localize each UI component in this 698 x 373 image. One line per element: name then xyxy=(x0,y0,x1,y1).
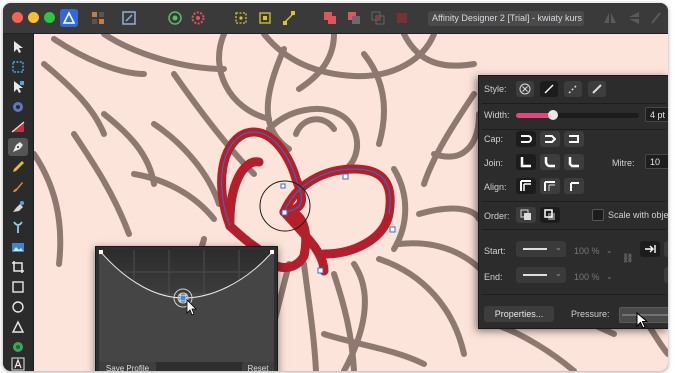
align-inside-button[interactable] xyxy=(540,178,560,194)
align-label: Align: xyxy=(484,182,507,192)
reset-button[interactable]: Reset xyxy=(242,362,274,371)
pressure-curve-graph[interactable] xyxy=(98,249,275,362)
start-stepper-chevron-icon[interactable]: ⌄ xyxy=(606,246,613,255)
stroke-panel: Style: Width: 4 pt Cap: Join: Mitre: 10 … xyxy=(478,75,668,329)
title-bar: Affinity Designer 2 [Trial] - kwiaty kur… xyxy=(3,3,668,34)
minimize-window-button[interactable] xyxy=(28,12,39,23)
move-icon[interactable] xyxy=(10,39,26,55)
end-stepper-chevron-icon[interactable]: ⌄ xyxy=(606,272,613,281)
boolean-subtract-icon[interactable] xyxy=(345,9,363,27)
mitre-join-button[interactable] xyxy=(516,154,536,170)
arrowhead-end-button[interactable] xyxy=(640,241,660,257)
width-slider[interactable] xyxy=(516,110,639,120)
width-slider-knob[interactable] xyxy=(547,110,558,120)
tools-panel xyxy=(3,34,34,371)
align-center-button[interactable] xyxy=(516,178,536,194)
document-title[interactable]: Affinity Designer 2 [Trial] - kwiaty kur… xyxy=(428,11,584,26)
end-label: End: xyxy=(484,272,503,282)
end-scale-value[interactable]: 100 % xyxy=(574,272,600,282)
scale-with-object-checkbox[interactable] xyxy=(592,209,604,221)
start-line-preview xyxy=(523,248,547,250)
designer-persona-icon[interactable] xyxy=(60,9,78,27)
triangle-icon[interactable] xyxy=(10,319,26,335)
solid-line-button[interactable] xyxy=(540,81,558,97)
butt-cap-button[interactable] xyxy=(516,131,536,147)
chevron-down-icon: ⌄ xyxy=(555,269,562,278)
join-label: Join: xyxy=(484,158,504,168)
transparency-icon[interactable] xyxy=(10,219,26,235)
vector-brush-icon[interactable] xyxy=(10,179,26,195)
end-arrowhead-select[interactable]: ⌄ xyxy=(516,267,566,283)
square-cap-button[interactable] xyxy=(564,131,584,147)
end-line-preview xyxy=(523,274,547,276)
ellipse-icon[interactable] xyxy=(10,299,26,315)
fill-icon[interactable] xyxy=(10,199,26,215)
snap-nodes-icon[interactable] xyxy=(280,9,298,27)
snap-bounding-icon[interactable] xyxy=(232,9,250,27)
pixel-persona-icon[interactable] xyxy=(89,9,107,27)
boolean-add-icon[interactable] xyxy=(321,9,339,27)
crop-icon[interactable] xyxy=(10,259,26,275)
start-label: Start: xyxy=(484,246,506,256)
width-field[interactable]: 4 pt xyxy=(645,107,668,122)
zoom-window-button[interactable] xyxy=(44,12,55,23)
order-label: Order: xyxy=(484,211,510,221)
round-join-button[interactable] xyxy=(540,154,560,170)
round-cap-button[interactable] xyxy=(540,131,560,147)
pressure-label: Pressure: xyxy=(571,309,610,319)
dashed-line-button[interactable] xyxy=(564,81,582,97)
rectangle-icon[interactable] xyxy=(10,279,26,295)
align-outside-button[interactable] xyxy=(564,178,584,194)
mitre-label: Mitre: xyxy=(612,158,635,168)
save-profile-button[interactable]: Save Profile xyxy=(99,362,156,371)
cursor-arrow-icon xyxy=(636,312,649,329)
settings-gear-icon[interactable] xyxy=(189,9,207,27)
properties-button[interactable]: Properties... xyxy=(484,306,554,322)
link-chain-icon[interactable]: ⛓ xyxy=(622,253,633,264)
style-label: Style: xyxy=(484,84,507,94)
artboard-icon[interactable] xyxy=(10,59,26,75)
corner-icon[interactable] xyxy=(10,99,26,115)
chevron-down-icon: ⌄ xyxy=(555,243,562,252)
stroke-behind-fill-button[interactable] xyxy=(516,207,536,223)
width-label: Width: xyxy=(484,110,510,120)
export-persona-icon[interactable] xyxy=(120,9,138,27)
node-icon[interactable] xyxy=(10,79,26,95)
start-arrowhead-select[interactable]: ⌄ xyxy=(516,241,566,257)
text-icon[interactable] xyxy=(10,356,26,371)
close-window-button[interactable] xyxy=(12,12,23,23)
start-scale-value[interactable]: 100 % xyxy=(574,246,600,256)
no-stroke-button[interactable] xyxy=(516,81,534,97)
pen-icon[interactable] xyxy=(8,138,28,156)
texture-line-button[interactable] xyxy=(588,81,606,97)
point-transform-icon[interactable] xyxy=(10,119,26,135)
pressure-profile-panel: Save Profile Reset xyxy=(95,246,278,371)
rotate-icon[interactable] xyxy=(647,9,665,27)
place-image-icon[interactable] xyxy=(10,239,26,255)
arrowhead-beyond-button[interactable] xyxy=(664,241,668,257)
cap-label: Cap: xyxy=(484,134,504,144)
pencil-icon[interactable] xyxy=(10,159,26,175)
app-window: Affinity Designer 2 [Trial] - kwiaty kur… xyxy=(3,3,668,371)
flip-vertical-icon[interactable] xyxy=(625,9,643,27)
scale-with-object-label: Scale with object xyxy=(608,210,668,220)
pressure-curve[interactable] xyxy=(98,249,275,362)
boolean-intersect-icon[interactable] xyxy=(369,9,387,27)
bevel-join-button[interactable] xyxy=(564,154,584,170)
swap-arrowheads-icon[interactable] xyxy=(664,267,668,283)
color-picker-icon[interactable] xyxy=(10,339,26,355)
view-mode-icon[interactable] xyxy=(166,9,184,27)
boolean-divide-icon[interactable] xyxy=(393,9,411,27)
snap-grid-icon[interactable] xyxy=(256,9,274,27)
flip-horizontal-icon[interactable] xyxy=(601,9,619,27)
stroke-in-front-button[interactable] xyxy=(540,207,560,223)
mitre-field[interactable]: 10 xyxy=(645,154,668,169)
